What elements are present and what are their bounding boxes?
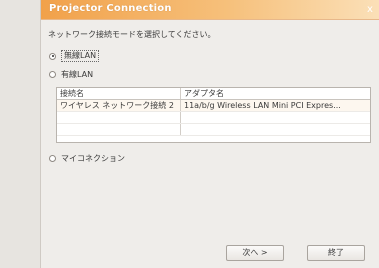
close-button[interactable]: x bbox=[363, 3, 377, 16]
radio-icon[interactable] bbox=[49, 154, 56, 162]
column-header-adapter-name[interactable]: アダプタ名 bbox=[181, 88, 370, 99]
table-row[interactable]: ワイヤレス ネットワーク接続 2 11a/b/g Wireless LAN Mi… bbox=[57, 100, 370, 112]
instruction-text: ネットワーク接続モードを選択してください。 bbox=[48, 30, 216, 39]
next-button[interactable]: 次へ > bbox=[226, 245, 284, 261]
radio-icon[interactable] bbox=[49, 52, 56, 60]
table-row[interactable] bbox=[57, 124, 370, 136]
cell-connection-name: ワイヤレス ネットワーク接続 2 bbox=[57, 100, 181, 111]
cell-adapter-name: 11a/b/g Wireless LAN Mini PCI Expres... bbox=[184, 101, 341, 110]
projector-connection-dialog: Projector Connection x ネットワーク接続モードを選択してく… bbox=[40, 0, 379, 268]
cell-adapter-name bbox=[181, 112, 370, 123]
window-title: Projector Connection bbox=[49, 3, 172, 14]
cell-adapter-name bbox=[181, 124, 370, 135]
radio-wireless-lan[interactable]: 無線LAN bbox=[49, 50, 100, 62]
finish-button[interactable]: 終了 bbox=[307, 245, 365, 261]
title-bar[interactable]: Projector Connection x bbox=[41, 0, 379, 20]
table-row[interactable] bbox=[57, 112, 370, 124]
table-header: 接続名 アダプタ名 bbox=[57, 88, 370, 100]
column-header-connection-name[interactable]: 接続名 bbox=[57, 88, 181, 99]
radio-label-my-connection: マイコネクション bbox=[61, 153, 125, 163]
radio-label-wireless-lan: 無線LAN bbox=[61, 50, 100, 62]
radio-icon[interactable] bbox=[49, 70, 56, 78]
cell-connection-name bbox=[57, 124, 181, 135]
radio-wired-lan[interactable]: 有線LAN bbox=[49, 68, 93, 80]
connection-table: 接続名 アダプタ名 ワイヤレス ネットワーク接続 2 11a/b/g Wirel… bbox=[56, 87, 371, 143]
background-panel bbox=[0, 0, 40, 268]
app-window: Projector Connection x ネットワーク接続モードを選択してく… bbox=[0, 0, 379, 268]
radio-my-connection[interactable]: マイコネクション bbox=[49, 152, 125, 164]
radio-label-wired-lan: 有線LAN bbox=[61, 69, 94, 79]
cell-connection-name bbox=[57, 112, 181, 123]
